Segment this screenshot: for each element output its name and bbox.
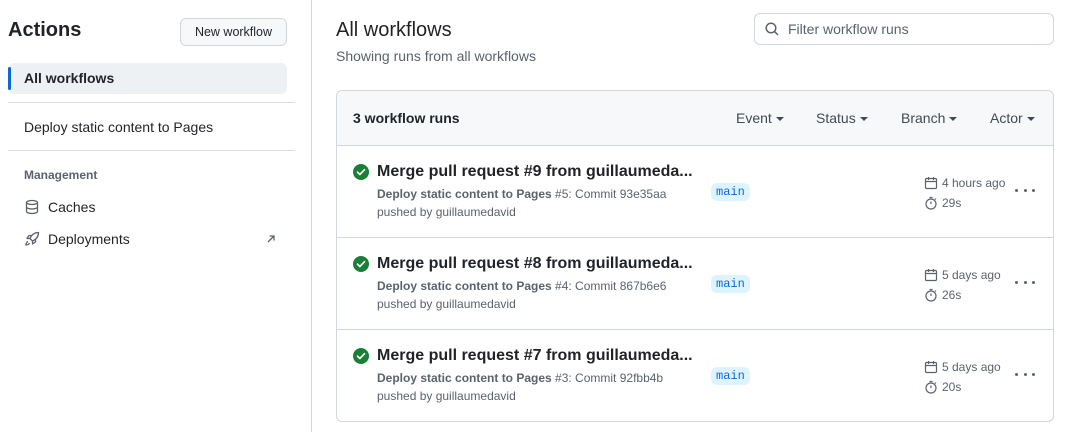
divider <box>8 150 295 151</box>
run-duration-text: 26s <box>942 288 962 302</box>
database-icon <box>25 199 39 215</box>
success-check-icon <box>353 164 369 180</box>
calendar-icon <box>924 177 938 190</box>
event-filter-dropdown[interactable]: Event <box>736 110 784 126</box>
status-filter-dropdown[interactable]: Status <box>816 110 868 126</box>
success-check-icon <box>353 256 369 272</box>
run-actions-menu-button[interactable] <box>1015 366 1035 382</box>
run-commit-info: #5: Commit 93e35aa <box>551 187 667 201</box>
dropdown-label: Event <box>736 110 772 126</box>
run-duration-text: 20s <box>942 380 962 394</box>
active-indicator <box>8 67 11 90</box>
run-meta: Deploy static content to Pages #4: Commi… <box>377 279 666 293</box>
run-title-link[interactable]: Merge pull request #7 from guillaumeda..… <box>377 347 693 365</box>
run-duration: 26s <box>924 287 961 303</box>
branch-label[interactable]: main <box>711 275 750 293</box>
runs-count: 3 workflow runs <box>353 110 460 126</box>
stopwatch-icon <box>925 288 937 302</box>
filter-runs-field[interactable] <box>754 13 1054 45</box>
caret-down-icon <box>949 117 958 122</box>
run-time-text: 5 days ago <box>942 268 1001 282</box>
stopwatch-icon <box>925 380 937 394</box>
run-workflow-name: Deploy static content to Pages <box>377 371 552 385</box>
page-title: All workflows <box>336 19 452 41</box>
run-time-text: 5 days ago <box>942 360 1001 374</box>
run-commit-info: #4: Commit 867b6e6 <box>551 279 667 293</box>
sidebar-item-label: Caches <box>48 199 96 215</box>
workflow-run-row[interactable]: Merge pull request #7 from guillaumeda..… <box>337 330 1053 421</box>
run-workflow-name: Deploy static content to Pages <box>377 187 552 201</box>
run-meta: Deploy static content to Pages #5: Commi… <box>377 187 666 201</box>
run-pushed-by: pushed by guillaumedavid <box>377 205 516 219</box>
sidebar-item-label: All workflows <box>24 70 115 86</box>
run-pushed-by: pushed by guillaumedavid <box>377 297 516 311</box>
run-actions-menu-button[interactable] <box>1015 274 1035 290</box>
actor-filter-dropdown[interactable]: Actor <box>990 110 1035 126</box>
caret-down-icon <box>1026 117 1035 122</box>
run-time: 4 hours ago <box>924 175 1005 191</box>
run-title-link[interactable]: Merge pull request #8 from guillaumeda..… <box>377 255 693 273</box>
run-pushed-by: pushed by guillaumedavid <box>377 389 516 403</box>
runs-header: 3 workflow runs Event Status Branch Acto… <box>337 91 1053 146</box>
run-actions-menu-button[interactable] <box>1015 182 1035 198</box>
sidebar-title: Actions <box>8 19 82 41</box>
caret-down-icon <box>859 117 868 122</box>
run-duration: 20s <box>924 379 961 395</box>
run-meta: Deploy static content to Pages #3: Commi… <box>377 371 663 385</box>
run-time: 5 days ago <box>924 267 1001 283</box>
run-time-text: 4 hours ago <box>942 176 1006 190</box>
workflow-runs-box: 3 workflow runs Event Status Branch Acto… <box>336 90 1054 422</box>
dropdown-label: Branch <box>901 110 946 126</box>
caret-down-icon <box>775 117 784 122</box>
divider <box>8 102 295 103</box>
run-workflow-name: Deploy static content to Pages <box>377 279 552 293</box>
management-heading: Management <box>24 168 98 182</box>
branch-filter-dropdown[interactable]: Branch <box>901 110 958 126</box>
search-icon <box>765 22 779 36</box>
external-link-icon <box>267 235 275 243</box>
run-duration-text: 29s <box>942 196 962 210</box>
page-subtitle: Showing runs from all workflows <box>336 48 536 64</box>
sidebar-item-caches[interactable]: Caches <box>24 197 95 217</box>
calendar-icon <box>924 269 938 282</box>
filter-runs-input[interactable] <box>788 21 1038 37</box>
sidebar-item-label: Deployments <box>48 231 130 247</box>
run-duration: 29s <box>924 195 961 211</box>
branch-label[interactable]: main <box>711 183 750 201</box>
run-time: 5 days ago <box>924 359 1001 375</box>
sidebar-item-all-workflows[interactable]: All workflows <box>8 63 287 94</box>
dropdown-label: Status <box>816 110 856 126</box>
run-title-link[interactable]: Merge pull request #9 from guillaumeda..… <box>377 163 693 181</box>
sidebar: Actions New workflow All workflows Deplo… <box>0 0 312 432</box>
new-workflow-button[interactable]: New workflow <box>180 18 287 46</box>
calendar-icon <box>924 361 938 374</box>
dropdown-label: Actor <box>990 110 1023 126</box>
workflow-run-row[interactable]: Merge pull request #8 from guillaumeda..… <box>337 238 1053 330</box>
workflow-run-row[interactable]: Merge pull request #9 from guillaumeda..… <box>337 146 1053 238</box>
success-check-icon <box>353 348 369 364</box>
sidebar-item-deployments[interactable]: Deployments <box>24 229 130 249</box>
branch-label[interactable]: main <box>711 367 750 385</box>
stopwatch-icon <box>925 196 937 210</box>
run-commit-info: #3: Commit 92fbb4b <box>551 371 664 385</box>
rocket-icon <box>25 231 40 246</box>
sidebar-item-deploy-workflow[interactable]: Deploy static content to Pages <box>24 119 213 135</box>
